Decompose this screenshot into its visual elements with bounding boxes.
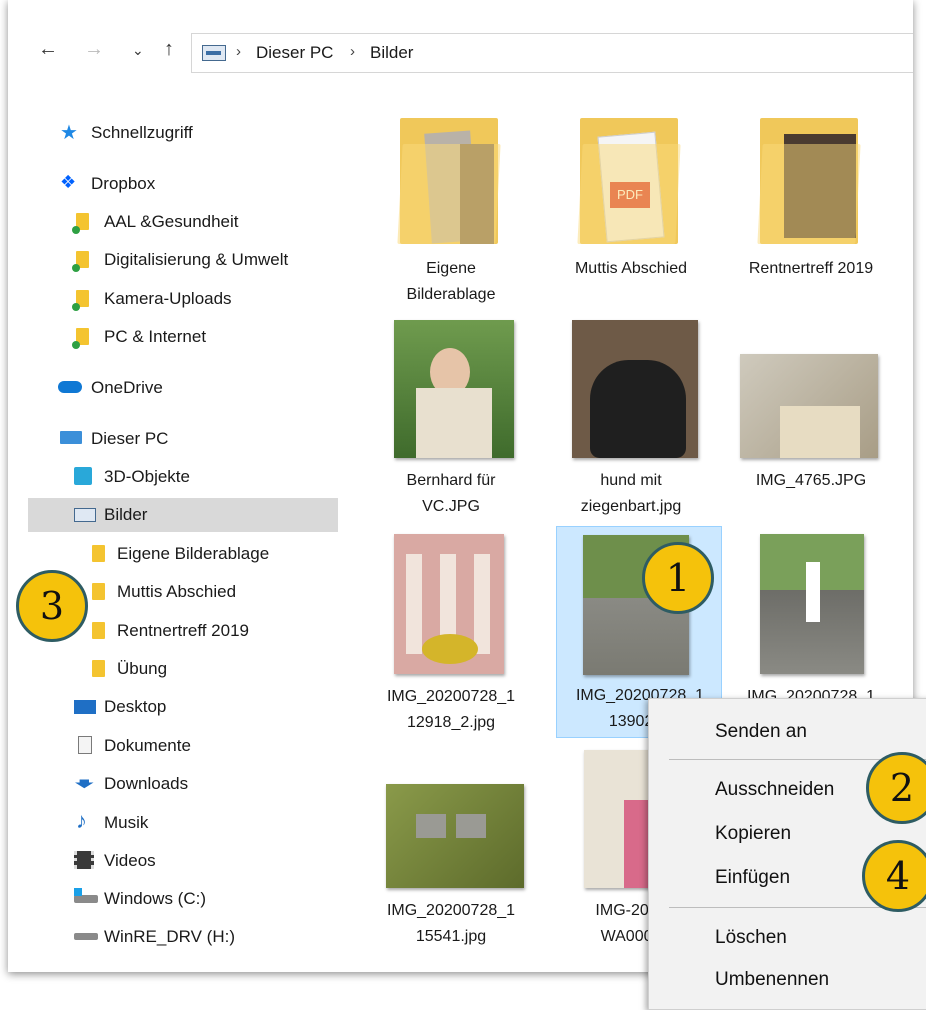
sidebar-item-windows-c[interactable]: Windows (C:) [8, 882, 338, 916]
photo-thumbnail [394, 534, 504, 674]
context-menu-umbenennen[interactable]: Umbenennen [715, 969, 829, 991]
folder-icon [92, 545, 105, 562]
photo-thumbnail [572, 320, 698, 458]
navigation-bar: ← → ⌄ ↑ › Dieser PC › Bilder [8, 0, 913, 88]
annotation-badge-4: 4 [862, 840, 926, 912]
folder-icon [92, 660, 105, 677]
folder-tile-eigene-bilderablage[interactable]: Eigene Bilderablage [376, 110, 526, 310]
sidebar-item-dieser-pc[interactable]: Dieser PC [8, 422, 338, 456]
photo-thumbnail [740, 354, 878, 458]
photo-thumbnail [760, 534, 864, 674]
sidebar-item-pc-internet[interactable]: PC & Internet [8, 320, 338, 354]
photo-thumbnail [394, 320, 514, 458]
navigation-pane: ★ Schnellzugriff ❖ Dropbox AAL &Gesundhe… [8, 88, 348, 972]
breadcrumb-chevron-icon[interactable]: › [236, 43, 241, 60]
star-icon: ★ [60, 122, 78, 144]
context-menu-einfuegen[interactable]: Einfügen [715, 867, 790, 889]
cloud-icon [58, 381, 82, 393]
file-tile-hund[interactable]: hund mit ziegenbart.jpg [556, 318, 706, 528]
sidebar-item-downloads[interactable]: 🡃 Downloads [8, 767, 338, 801]
folder-icon [397, 118, 501, 244]
context-menu-kopieren[interactable]: Kopieren [715, 823, 791, 845]
computer-icon [60, 431, 82, 444]
file-tile-img-115541[interactable]: IMG_20200728_1 15541.jpg [376, 780, 526, 960]
breadcrumb-dieser-pc[interactable]: Dieser PC [256, 43, 333, 63]
file-tile-img-third[interactable]: IMG_20200728_1 [736, 528, 886, 705]
document-icon [78, 736, 92, 754]
annotation-badge-1: 1 [642, 542, 714, 614]
sidebar-item-onedrive[interactable]: OneDrive [8, 371, 338, 405]
recent-locations-chevron-icon[interactable]: ⌄ [132, 42, 144, 59]
music-icon: ♪ [76, 808, 87, 833]
context-menu-ausschneiden[interactable]: Ausschneiden [715, 779, 834, 801]
sidebar-item-musik[interactable]: ♪ Musik [8, 806, 338, 840]
file-tile-img-112918[interactable]: IMG_20200728_1 12918_2.jpg [376, 528, 526, 740]
video-icon [74, 851, 94, 869]
context-menu-senden-an[interactable]: Senden an [715, 721, 807, 743]
sidebar-item-schnellzugriff[interactable]: ★ Schnellzugriff [8, 116, 338, 150]
folder-tile-rentnertreff-2019[interactable]: Rentnertreff 2019 [736, 110, 886, 290]
dropbox-icon: ❖ [60, 172, 77, 192]
sidebar-item-eigene-bilderablage[interactable]: Eigene Bilderablage [8, 537, 338, 571]
address-bar[interactable]: › Dieser PC › Bilder [191, 33, 913, 73]
pictures-icon [74, 508, 96, 522]
drive-icon [74, 933, 98, 940]
context-menu-loeschen[interactable]: Löschen [715, 927, 787, 949]
sidebar-item-uebung[interactable]: Übung [8, 652, 338, 686]
download-icon: 🡃 [74, 774, 95, 796]
annotation-badge-3: 3 [16, 570, 88, 642]
sidebar-item-bilder[interactable]: Bilder [28, 498, 338, 532]
sidebar-item-dokumente[interactable]: Dokumente [8, 729, 338, 763]
folder-icon: PDF [577, 118, 681, 244]
up-arrow-icon[interactable]: ↑ [164, 38, 174, 61]
photo-thumbnail [386, 784, 524, 888]
sidebar-item-desktop[interactable]: Desktop [8, 690, 338, 724]
breadcrumb-bilder[interactable]: Bilder [370, 43, 413, 63]
sidebar-item-winre-drv[interactable]: WinRE_DRV (H:) [8, 920, 338, 954]
forward-arrow-icon[interactable]: → [84, 38, 104, 61]
file-tile-img-4765[interactable]: IMG_4765.JPG [736, 318, 886, 528]
folder-icon [757, 118, 861, 244]
folder-tile-muttis-abschied[interactable]: PDF Muttis Abschied [556, 110, 706, 290]
sidebar-item-dropbox[interactable]: ❖ Dropbox [8, 167, 338, 201]
sidebar-item-kamera-uploads[interactable]: Kamera-Uploads [8, 282, 338, 316]
desktop-icon [74, 700, 96, 714]
folder-icon [92, 622, 105, 639]
folder-icon [92, 583, 105, 600]
cube-icon [74, 467, 92, 485]
sidebar-item-digitalisierung[interactable]: Digitalisierung & Umwelt [8, 243, 338, 277]
back-arrow-icon[interactable]: ← [38, 38, 58, 61]
sidebar-item-videos[interactable]: Videos [8, 844, 338, 878]
pictures-icon [202, 45, 226, 61]
drive-icon [74, 895, 98, 903]
sidebar-item-3d-objekte[interactable]: 3D-Objekte [8, 460, 338, 494]
breadcrumb-chevron-icon[interactable]: › [350, 43, 355, 60]
file-tile-bernhard[interactable]: Bernhard für VC.JPG [376, 318, 526, 528]
windows-logo-icon [74, 888, 82, 896]
sidebar-item-aal-gesundheit[interactable]: AAL &Gesundheit [8, 205, 338, 239]
